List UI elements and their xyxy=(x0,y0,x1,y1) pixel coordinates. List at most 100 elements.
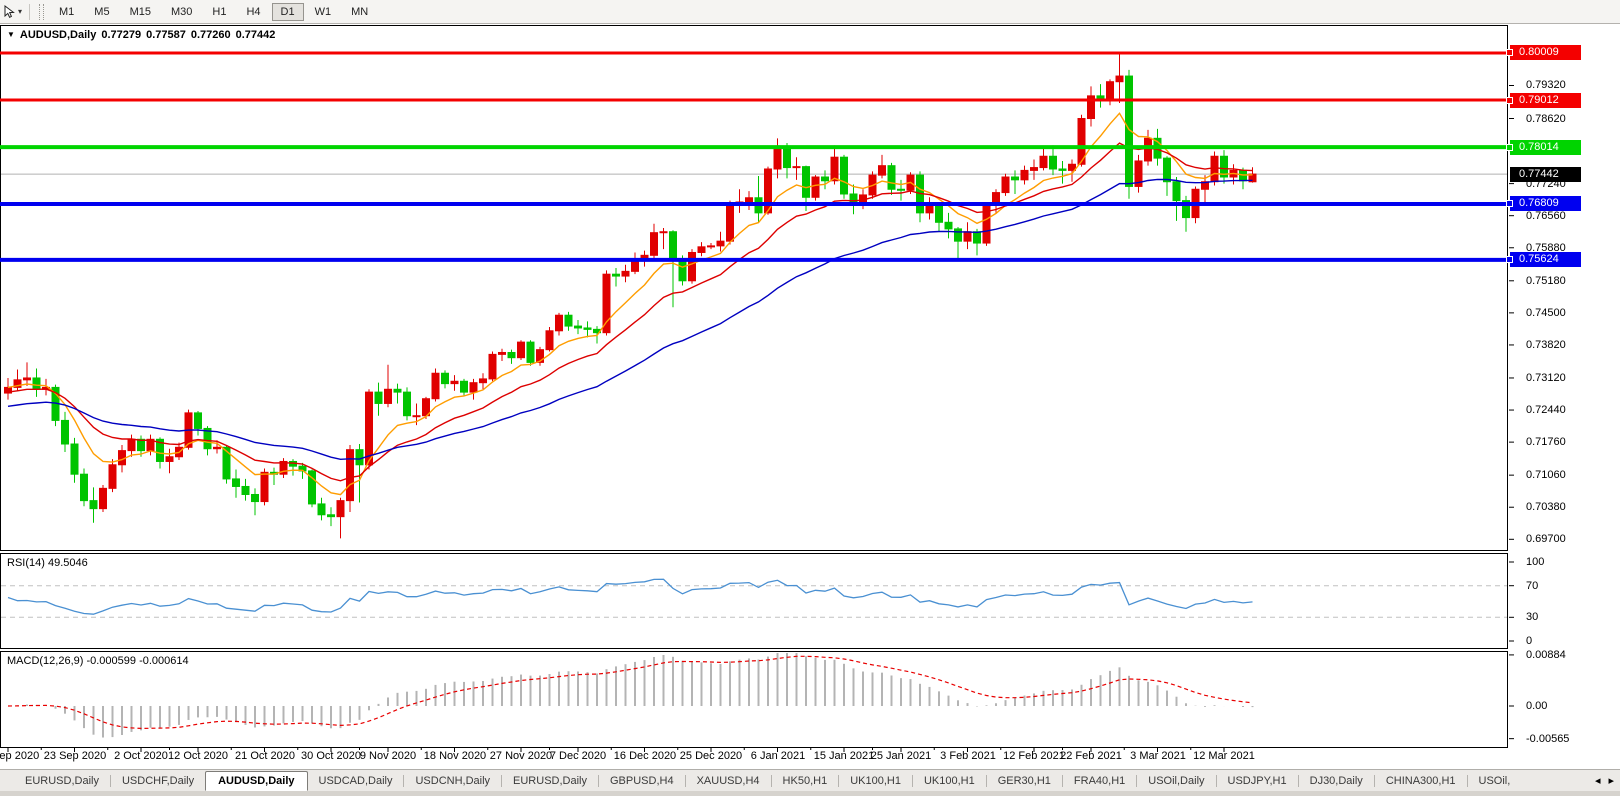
candle xyxy=(1059,169,1066,170)
price-axis-label: 0.74500 xyxy=(1526,306,1618,320)
candle xyxy=(499,352,506,354)
candle xyxy=(100,488,107,508)
chart-tab-bar: EURUSD,DailyUSDCHF,DailyAUDUSD,DailyUSDC… xyxy=(0,769,1620,791)
candle xyxy=(1012,177,1019,180)
chart-tab-dj30-daily[interactable]: DJ30,Daily xyxy=(1299,772,1374,790)
tabs-container: EURUSD,DailyUSDCHF,DailyAUDUSD,DailyUSDC… xyxy=(14,771,1521,791)
scroll-right-icon[interactable]: ▸ xyxy=(1608,774,1614,787)
price-line-label: 0.80009 xyxy=(1510,45,1581,60)
candle xyxy=(651,233,658,256)
candle xyxy=(1107,82,1114,99)
candle xyxy=(793,167,800,168)
candle xyxy=(1050,156,1057,169)
chart-tab-xauusd-h4[interactable]: XAUUSD,H4 xyxy=(686,772,771,790)
candle xyxy=(252,494,259,501)
candle xyxy=(404,392,411,416)
candle xyxy=(328,515,335,517)
chart-symbol: AUDUSD,Daily xyxy=(20,29,96,41)
price-axis-label: 0.73820 xyxy=(1526,338,1618,352)
chart-tab-fra40-h1[interactable]: FRA40,H1 xyxy=(1063,772,1136,790)
chart-tab-uk100-h1[interactable]: UK100,H1 xyxy=(913,772,986,790)
rsi-panel xyxy=(1,554,1508,649)
price-line-label: 0.76809 xyxy=(1510,196,1581,211)
price-line-label: 0.75624 xyxy=(1510,252,1581,267)
chart-tab-usoil[interactable]: USOil, xyxy=(1468,772,1522,790)
chart-tab-gbpusd-h4[interactable]: GBPUSD,H4 xyxy=(599,772,685,790)
candle xyxy=(584,328,591,329)
candle xyxy=(955,229,962,241)
candle xyxy=(442,373,449,383)
candle xyxy=(242,486,249,494)
price-line-label: 0.78014 xyxy=(1510,140,1581,155)
chart-tab-china300-h1[interactable]: CHINA300,H1 xyxy=(1375,772,1467,790)
chart-tab-usdcad-daily[interactable]: USDCAD,Daily xyxy=(308,772,404,790)
tab-scroll-arrows: ◂ ▸ xyxy=(1595,774,1614,787)
trading-platform-window: ▾ M1M5M15M30H1H4D1W1MN ▼ AUDUSD,Daily 0.… xyxy=(0,0,1620,796)
chart-tab-usdcnh-daily[interactable]: USDCNH,Daily xyxy=(404,772,501,790)
candle xyxy=(898,189,905,190)
candle xyxy=(613,274,620,276)
candle xyxy=(1097,96,1104,98)
line-end-marker xyxy=(1506,49,1513,56)
candle xyxy=(347,450,354,501)
candle xyxy=(195,413,202,429)
bar-close: 0.77442 xyxy=(236,29,276,41)
chart-tab-ger30-h1[interactable]: GER30,H1 xyxy=(987,772,1062,790)
line-end-marker xyxy=(1506,256,1513,263)
candle xyxy=(546,331,553,350)
chart-canvas[interactable] xyxy=(0,0,1620,796)
candle xyxy=(603,274,610,332)
candle xyxy=(803,167,810,198)
candle xyxy=(698,247,705,253)
macd-axis-label: 0.00 xyxy=(1526,699,1618,713)
candle xyxy=(128,439,135,450)
candle xyxy=(71,444,78,474)
candle xyxy=(727,203,734,241)
candle xyxy=(109,465,116,489)
candle xyxy=(831,157,838,181)
candle xyxy=(81,474,88,500)
chart-tab-usdjpy-h1[interactable]: USDJPY,H1 xyxy=(1217,772,1298,790)
candle xyxy=(1116,76,1123,82)
candle xyxy=(936,204,943,222)
date-axis-label: 12 Mar 2021 xyxy=(1179,750,1269,762)
line-end-marker xyxy=(1506,200,1513,207)
candle xyxy=(945,222,952,229)
price-axis-label: 0.71760 xyxy=(1526,435,1618,449)
scroll-left-icon[interactable]: ◂ xyxy=(1595,774,1601,787)
chart-tab-usoil-daily[interactable]: USOil,Daily xyxy=(1137,772,1215,790)
candle xyxy=(784,148,791,168)
price-line-label: 0.79012 xyxy=(1510,93,1581,108)
chart-tab-eurusd-daily[interactable]: EURUSD,Daily xyxy=(14,772,110,790)
candle xyxy=(632,261,639,271)
candle xyxy=(708,246,715,247)
candle xyxy=(33,378,40,389)
candle xyxy=(337,501,344,517)
chart-tab-uk100-h1[interactable]: UK100,H1 xyxy=(839,772,912,790)
candle xyxy=(62,420,69,444)
chart-tab-hk50-h1[interactable]: HK50,H1 xyxy=(772,772,839,790)
candle xyxy=(461,381,468,392)
chart-tab-usdchf-daily[interactable]: USDCHF,Daily xyxy=(111,772,205,790)
bar-open: 0.77279 xyxy=(101,29,141,41)
candle xyxy=(366,392,373,465)
symbol-dropdown-icon[interactable]: ▼ xyxy=(7,30,15,42)
candle xyxy=(166,457,173,462)
bar-low: 0.77260 xyxy=(191,29,231,41)
candle xyxy=(1021,170,1028,179)
candle xyxy=(822,177,829,181)
candle xyxy=(565,315,572,326)
macd-panel xyxy=(1,652,1508,748)
chart-tab-eurusd-daily[interactable]: EURUSD,Daily xyxy=(502,772,598,790)
price-axis-label: 0.76560 xyxy=(1526,209,1618,223)
candle xyxy=(489,354,496,379)
candle xyxy=(660,232,667,233)
rsi-axis-label: 70 xyxy=(1526,579,1618,593)
candle xyxy=(451,381,458,383)
rsi-axis-label: 0 xyxy=(1526,634,1618,648)
chart-tab-audusd-daily[interactable]: AUDUSD,Daily xyxy=(205,771,307,791)
candle xyxy=(974,232,981,243)
candle xyxy=(261,472,268,501)
rsi-axis-label: 100 xyxy=(1526,555,1618,569)
candle xyxy=(394,389,401,392)
